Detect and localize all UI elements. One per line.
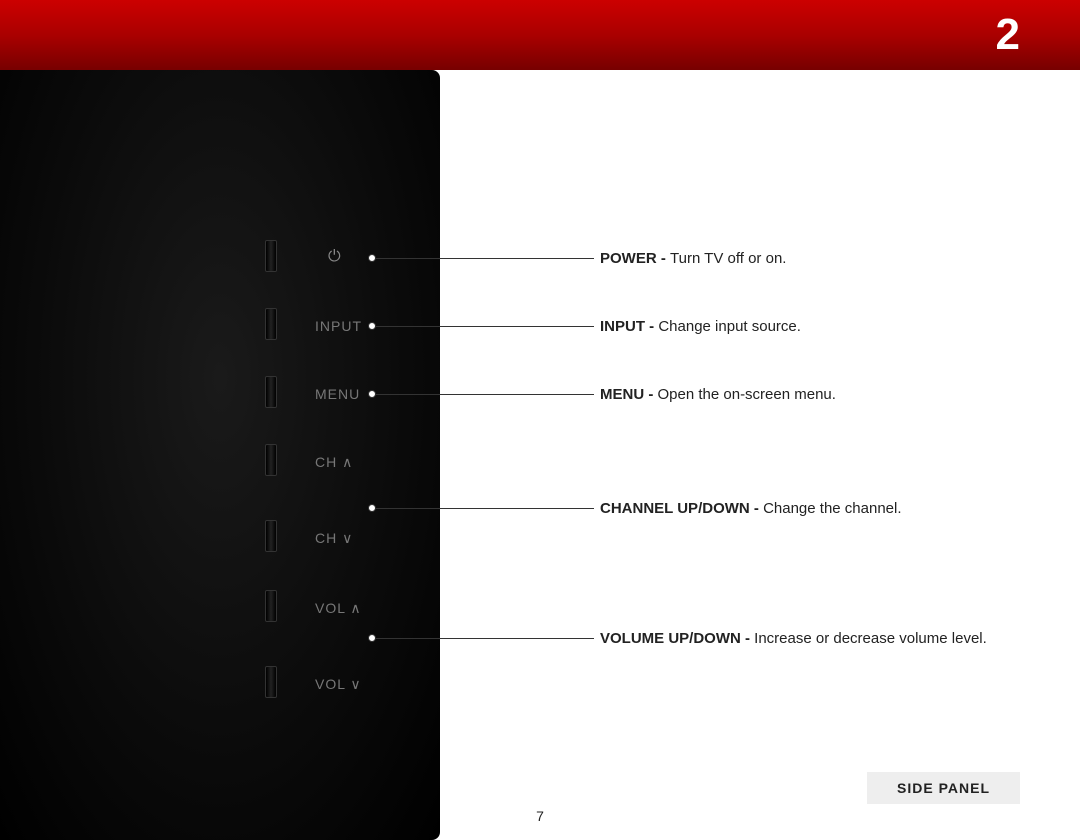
- input-callout: INPUT - Change input source.: [600, 318, 801, 335]
- tv-side-panel: ⏻ INPUT MENU CH ∧ CH ∨ VOL ∧ VOL ∨: [0, 70, 440, 840]
- callout-dot: [368, 504, 376, 512]
- power-callout: POWER - Turn TV off or on.: [600, 250, 786, 267]
- menu-button-label: MENU: [315, 386, 360, 402]
- section-label: SIDE PANEL: [867, 772, 1020, 804]
- callout-line: [376, 326, 594, 327]
- volume-callout-desc: Increase or decrease volume level.: [754, 630, 987, 647]
- volume-callout-label: VOLUME UP/DOWN -: [600, 630, 754, 647]
- callout-line: [376, 394, 594, 395]
- chapter-number: 2: [996, 10, 1020, 60]
- chapter-header: 2: [0, 0, 1080, 70]
- callout-dot: [368, 254, 376, 262]
- input-button-slot: [265, 308, 277, 340]
- menu-callout: MENU - Open the on-screen menu.: [600, 386, 836, 403]
- power-icon: ⏻: [328, 248, 341, 266]
- callout-line: [376, 258, 594, 259]
- callout-dot: [368, 390, 376, 398]
- channel-up-button-slot: [265, 444, 277, 476]
- page-content: ⏻ INPUT MENU CH ∧ CH ∨ VOL ∧ VOL ∨ POWER…: [0, 70, 1080, 834]
- volume-callout: VOLUME UP/DOWN - Increase or decrease vo…: [600, 630, 987, 647]
- callout-dot: [368, 322, 376, 330]
- input-callout-label: INPUT -: [600, 318, 658, 335]
- volume-down-button-slot: [265, 666, 277, 698]
- power-callout-label: POWER -: [600, 250, 670, 267]
- input-callout-desc: Change input source.: [658, 318, 801, 335]
- callout-line: [376, 508, 594, 509]
- channel-down-button-slot: [265, 520, 277, 552]
- power-callout-desc: Turn TV off or on.: [670, 250, 786, 267]
- page-number: 7: [536, 808, 544, 824]
- callout-dot: [368, 634, 376, 642]
- channel-down-button-label: CH ∨: [315, 530, 353, 547]
- input-button-label: INPUT: [315, 318, 362, 334]
- channel-up-button-label: CH ∧: [315, 454, 353, 471]
- channel-callout-label: CHANNEL UP/DOWN -: [600, 500, 763, 517]
- channel-callout: CHANNEL UP/DOWN - Change the channel.: [600, 500, 902, 517]
- callout-line: [376, 638, 594, 639]
- channel-callout-desc: Change the channel.: [763, 500, 901, 517]
- volume-up-button-label: VOL ∧: [315, 600, 362, 617]
- volume-down-button-label: VOL ∨: [315, 676, 362, 693]
- menu-button-slot: [265, 376, 277, 408]
- menu-callout-label: MENU -: [600, 386, 658, 403]
- power-button-slot: [265, 240, 277, 272]
- volume-up-button-slot: [265, 590, 277, 622]
- menu-callout-desc: Open the on-screen menu.: [658, 386, 836, 403]
